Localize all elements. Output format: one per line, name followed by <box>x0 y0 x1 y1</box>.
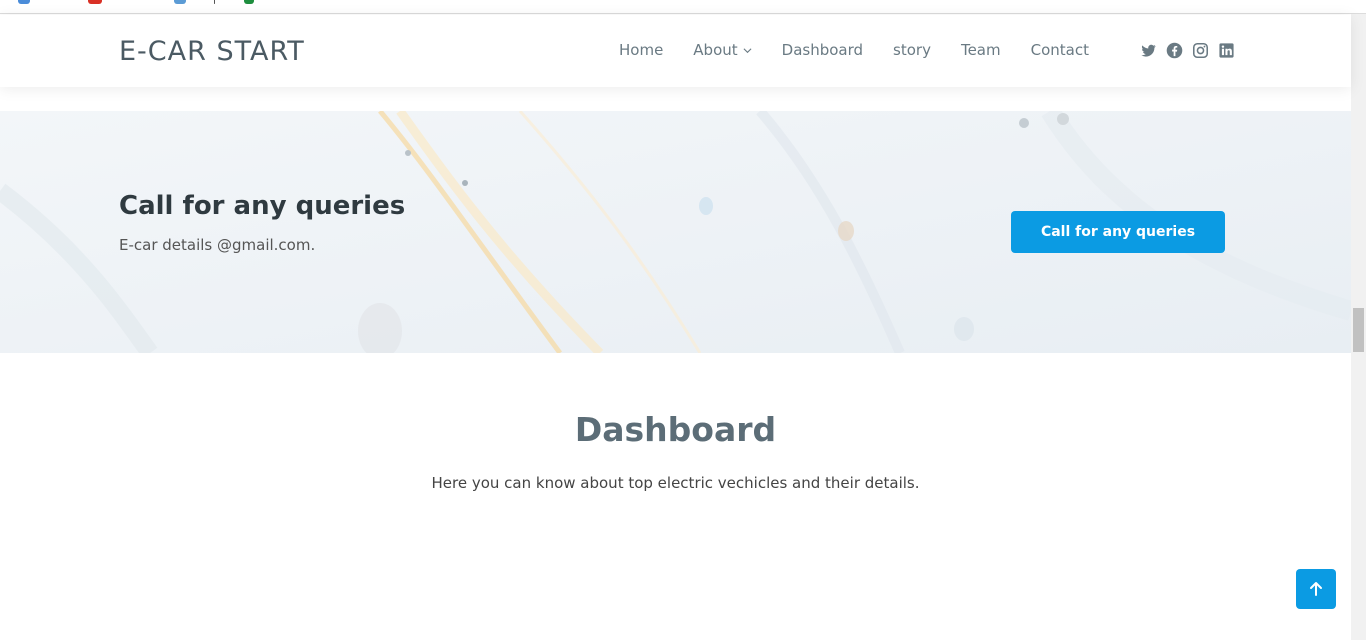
nav-home-label: Home <box>619 41 664 59</box>
linkedin-icon[interactable] <box>1218 42 1235 59</box>
nav-story[interactable]: story <box>893 41 931 59</box>
twitter-icon[interactable] <box>1140 42 1157 59</box>
bookmark-icon[interactable] <box>88 0 102 4</box>
bookmark-icon[interactable] <box>174 0 186 4</box>
nav-contact-label: Contact <box>1030 41 1089 59</box>
nav-home[interactable]: Home <box>619 41 663 59</box>
scrollbar[interactable] <box>1351 14 1366 640</box>
site-logo[interactable]: E-CAR START <box>119 36 305 67</box>
call-queries-button[interactable]: Call for any queries <box>1011 211 1225 253</box>
instagram-icon[interactable] <box>1192 42 1209 59</box>
scrollbar-thumb[interactable] <box>1353 308 1364 352</box>
social-links <box>1140 42 1244 59</box>
bookmark-icon[interactable] <box>18 0 30 4</box>
dashboard-subtitle: Here you can know about top electric vec… <box>431 474 920 492</box>
cta-title: Call for any queries <box>119 191 406 221</box>
back-to-top-button[interactable] <box>1296 569 1336 609</box>
site-content: E-CAR START Home About Dashboard story T… <box>0 15 1351 640</box>
page: E-CAR START Home About Dashboard story T… <box>0 0 1366 640</box>
nav-about-label: About <box>693 41 738 59</box>
bookmark-icon[interactable] <box>244 0 254 4</box>
main-nav: Home About Dashboard story Team Contact <box>619 41 1119 59</box>
nav-about[interactable]: About <box>693 41 752 59</box>
chevron-down-icon <box>743 47 752 53</box>
nav-dashboard[interactable]: Dashboard <box>782 41 863 59</box>
cta-banner: Call for any queries E-car details @gmai… <box>0 111 1351 353</box>
browser-toolbar-remnant <box>0 0 1366 14</box>
site-header: E-CAR START Home About Dashboard story T… <box>0 15 1351 87</box>
arrow-up-icon <box>1310 582 1322 596</box>
nav-contact[interactable]: Contact <box>1031 41 1089 59</box>
nav-story-label: story <box>893 41 931 59</box>
nav-team-label: Team <box>960 41 1001 59</box>
dashboard-title: Dashboard <box>574 410 777 449</box>
facebook-icon[interactable] <box>1166 42 1183 59</box>
bookmark-separator <box>214 0 215 4</box>
nav-team[interactable]: Team <box>961 41 1001 59</box>
nav-dashboard-label: Dashboard <box>781 41 864 59</box>
cta-subtitle: E-car details @gmail.com. <box>119 236 316 254</box>
